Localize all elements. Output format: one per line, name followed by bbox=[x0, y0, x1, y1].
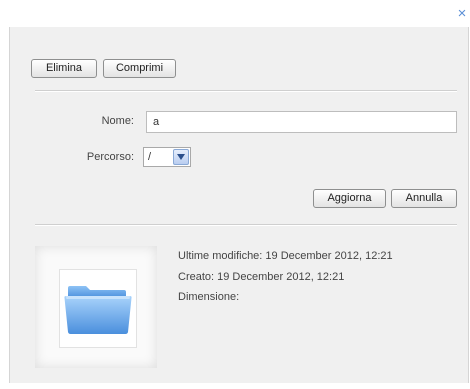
path-select-value: / bbox=[148, 151, 152, 163]
name-input[interactable]: a bbox=[146, 111, 457, 133]
folder-icon bbox=[64, 286, 132, 334]
path-label: Percorso: bbox=[86, 151, 134, 163]
file-properties-dialog: Elimina Comprimi Nome: a Percorso: / Agg… bbox=[9, 27, 469, 383]
window-titlebar: × bbox=[0, 0, 470, 27]
size-info: Dimensione: bbox=[178, 291, 240, 303]
chevron-down-icon[interactable] bbox=[173, 149, 189, 165]
thumbnail-frame bbox=[35, 246, 157, 368]
delete-button[interactable]: Elimina bbox=[31, 59, 97, 78]
name-label: Nome: bbox=[101, 115, 134, 127]
path-select[interactable]: / bbox=[143, 147, 191, 167]
created-info: Creato: 19 December 2012, 12:21 bbox=[178, 271, 345, 283]
close-icon[interactable]: × bbox=[455, 6, 469, 21]
compress-button[interactable]: Comprimi bbox=[103, 59, 176, 78]
update-button[interactable]: Aggiorna bbox=[313, 189, 386, 208]
separator-top bbox=[35, 90, 457, 92]
thumbnail-inner bbox=[59, 269, 137, 348]
cancel-button[interactable]: Annulla bbox=[391, 189, 457, 208]
separator-bottom bbox=[35, 224, 457, 226]
modified-info: Ultime modifiche: 19 December 2012, 12:2… bbox=[178, 250, 393, 262]
